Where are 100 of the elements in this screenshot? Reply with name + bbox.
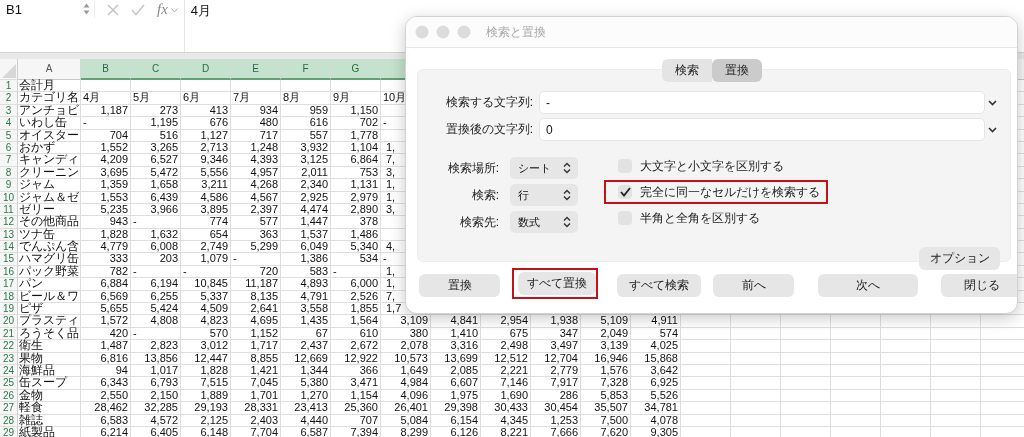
table-cell: 7,620	[581, 426, 631, 437]
table-cell: 雑誌	[18, 414, 81, 427]
table-cell: 34,781	[631, 402, 681, 415]
table-cell: プラスティ	[18, 315, 81, 328]
column-header[interactable]: B	[81, 59, 131, 80]
table-cell: 12,669	[281, 352, 331, 365]
text-field[interactable]: 0	[539, 118, 985, 141]
row-header[interactable]: 20	[0, 315, 18, 328]
table-cell: 7,666	[531, 426, 581, 437]
row-header[interactable]: 19	[0, 303, 18, 316]
table-cell: 4,841	[431, 315, 481, 328]
empty-cell	[81, 80, 131, 93]
table-cell: 3,265	[131, 141, 181, 155]
row-header[interactable]: 9	[0, 179, 18, 192]
table-cell: 5,853	[581, 389, 631, 403]
empty-cell	[681, 377, 731, 390]
column-header[interactable]: E	[231, 59, 281, 80]
window-controls-icon[interactable]	[415, 25, 471, 39]
table-cell: 1,447	[281, 216, 331, 229]
checkbox-label[interactable]: 半角と全角を区別する	[640, 209, 760, 227]
text-field[interactable]: -	[539, 91, 985, 114]
table-cell: 25,360	[331, 402, 381, 415]
table-cell: 15,868	[631, 352, 681, 365]
checkbox[interactable]	[618, 185, 632, 199]
table-cell: 480	[231, 117, 281, 130]
row-header[interactable]: 27	[0, 402, 18, 415]
select-all-button[interactable]	[0, 59, 18, 80]
empty-cell	[781, 377, 831, 390]
table-cell: 1,270	[281, 389, 331, 403]
table-cell: 2,713	[181, 141, 231, 155]
table-cell: 12,704	[531, 352, 581, 365]
table-cell: 347	[531, 327, 581, 341]
row-header[interactable]: 25	[0, 377, 18, 390]
column-header[interactable]: C	[131, 59, 181, 80]
chevron-down-icon[interactable]	[988, 99, 997, 106]
table-cell: 3,109	[381, 315, 431, 328]
tab[interactable]: 置換	[711, 59, 762, 82]
table-cell: 1,576	[581, 365, 631, 378]
empty-cell	[831, 402, 881, 415]
options-button[interactable]: オプション	[919, 247, 1000, 270]
function-label[interactable]: fx	[157, 1, 168, 18]
row-header[interactable]: 12	[0, 216, 18, 229]
empty-cell	[731, 377, 781, 390]
checkbox-label[interactable]: 完全に同一なセルだけを検索する	[640, 183, 820, 201]
tab[interactable]: 検索	[661, 59, 712, 82]
empty-cell	[681, 352, 731, 365]
table-cell: 12,512	[481, 352, 531, 365]
table-cell: 782	[81, 265, 131, 279]
dropdown[interactable]: 行	[510, 184, 578, 206]
checkbox-label[interactable]: 大文字と小文字を区別する	[640, 157, 784, 175]
table-cell: 2,498	[481, 340, 531, 353]
caret-icon[interactable]	[170, 8, 178, 13]
empty-cell	[881, 352, 931, 365]
table-cell: 1,410	[431, 327, 481, 341]
row-header[interactable]: 4	[0, 117, 18, 130]
table-cell: 6,569	[81, 290, 131, 304]
column-header[interactable]: D	[181, 59, 231, 80]
column-header[interactable]: A	[18, 59, 81, 80]
empty-cell	[831, 327, 881, 341]
empty-cell	[881, 327, 931, 341]
table-cell: 5,299	[231, 241, 281, 254]
chevron-down-icon[interactable]	[988, 126, 997, 133]
table-cell: 6,008	[131, 241, 181, 254]
dropdown[interactable]: 数式	[510, 211, 578, 233]
table-cell: 753	[331, 166, 381, 180]
table-cell: 577	[231, 216, 281, 229]
table-cell: 2,437	[281, 340, 331, 353]
row-header[interactable]: 15	[0, 253, 18, 266]
dialog-button[interactable]: 閉じる	[941, 274, 1017, 297]
table-cell: 94	[81, 365, 131, 378]
column-header[interactable]: G	[331, 59, 381, 80]
row-header[interactable]: 29	[0, 426, 18, 437]
table-cell: 1,435	[281, 315, 331, 328]
table-cell: 4,078	[631, 414, 681, 427]
row-header[interactable]: 7	[0, 154, 18, 167]
dialog-button[interactable]: すべて置換	[518, 272, 596, 295]
dialog-button[interactable]: 前へ	[713, 274, 794, 297]
row-header[interactable]: 2	[0, 92, 18, 105]
table-cell: 8,299	[381, 426, 431, 437]
check-icon[interactable]	[131, 4, 145, 16]
cancel-icon[interactable]	[107, 4, 119, 16]
dialog-button[interactable]: 置換	[419, 274, 500, 297]
row-header[interactable]: 22	[0, 340, 18, 353]
empty-cell	[781, 327, 831, 341]
column-header[interactable]: F	[281, 59, 331, 80]
table-cell: 3,316	[431, 340, 481, 353]
empty-cell	[931, 365, 981, 378]
table-cell: 570	[181, 327, 231, 341]
stepper-icon[interactable]	[83, 2, 90, 16]
dialog-button[interactable]: 次へ	[818, 274, 918, 297]
row-header[interactable]: 14	[0, 241, 18, 254]
dropdown[interactable]: シート	[510, 157, 578, 179]
dialog-button[interactable]: すべて検索	[617, 274, 701, 297]
row-header[interactable]: 1	[0, 80, 18, 93]
up-down-icon	[563, 216, 571, 228]
up-down-icon	[563, 162, 571, 174]
table-cell: 6,343	[81, 377, 131, 390]
table-cell: 1,152	[231, 327, 281, 341]
table-cell: ジャム	[18, 179, 81, 192]
row-header[interactable]: 17	[0, 278, 18, 291]
